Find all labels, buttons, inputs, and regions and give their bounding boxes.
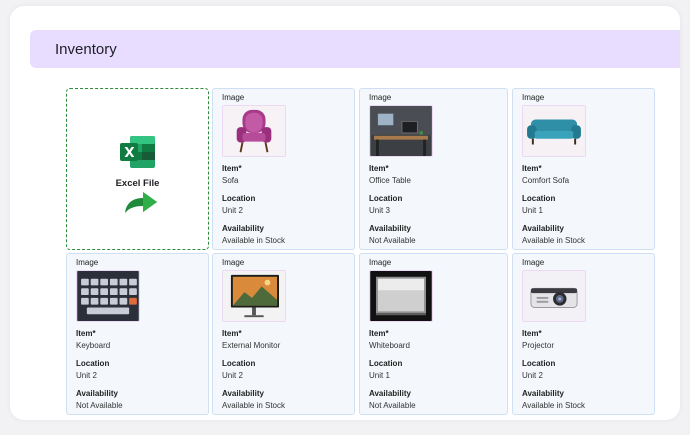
- image-label: Image: [222, 93, 245, 102]
- item-location: Unit 2: [522, 371, 543, 380]
- item-label: Item*: [76, 329, 96, 338]
- inventory-item-card[interactable]: Image Item* External Monitor Location Un…: [212, 253, 355, 415]
- item-availability: Available in Stock: [222, 236, 285, 245]
- item-availability: Not Available: [369, 236, 416, 245]
- excel-upload-dropzone[interactable]: Excel File: [66, 88, 209, 250]
- item-name: Office Table: [369, 176, 411, 185]
- item-location: Unit 2: [76, 371, 97, 380]
- item-availability: Not Available: [76, 401, 123, 410]
- item-availability: Not Available: [369, 401, 416, 410]
- availability-label: Availability: [522, 224, 564, 233]
- image-label: Image: [522, 258, 545, 267]
- item-label: Item*: [369, 329, 389, 338]
- item-availability: Available in Stock: [522, 401, 585, 410]
- item-name: Sofa: [222, 176, 239, 185]
- inventory-item-card[interactable]: Image Item* Comfort Sofa Location Unit 1…: [512, 88, 655, 250]
- availability-label: Availability: [522, 389, 564, 398]
- item-location: Unit 3: [369, 206, 390, 215]
- item-name: Projector: [522, 341, 555, 350]
- location-label: Location: [369, 359, 403, 368]
- image-label: Image: [522, 93, 545, 102]
- image-label: Image: [76, 258, 99, 267]
- location-label: Location: [222, 359, 256, 368]
- item-availability: Available in Stock: [222, 401, 285, 410]
- item-name: Comfort Sofa: [522, 176, 570, 185]
- item-name: Keyboard: [76, 341, 111, 350]
- item-image-projector: [522, 270, 586, 322]
- item-image-desk: [369, 105, 433, 157]
- page-title: Inventory: [55, 41, 117, 58]
- availability-label: Availability: [222, 389, 264, 398]
- image-label: Image: [369, 258, 392, 267]
- item-image-monitor: [222, 270, 286, 322]
- item-image-sofa: [522, 105, 586, 157]
- item-label: Item*: [222, 329, 242, 338]
- location-label: Location: [369, 194, 403, 203]
- item-label: Item*: [369, 164, 389, 173]
- share-arrow-icon: [125, 192, 157, 213]
- item-location: Unit 2: [222, 371, 243, 380]
- availability-label: Availability: [369, 224, 411, 233]
- location-label: Location: [522, 359, 556, 368]
- inventory-item-card[interactable]: Image Item* Office Table Location Unit 3…: [359, 88, 508, 250]
- image-label: Image: [369, 93, 392, 102]
- availability-label: Availability: [222, 224, 264, 233]
- item-name: External Monitor: [222, 341, 281, 350]
- item-label: Item*: [522, 329, 542, 338]
- inventory-item-card[interactable]: Image Item* Projector Location Unit 2 Av…: [512, 253, 655, 415]
- inventory-item-card[interactable]: Image Item* Keyboard Location Unit 2 Ava…: [66, 253, 209, 415]
- availability-label: Availability: [369, 389, 411, 398]
- item-location: Unit 1: [522, 206, 543, 215]
- availability-label: Availability: [76, 389, 118, 398]
- location-label: Location: [222, 194, 256, 203]
- inventory-header: Inventory: [30, 30, 680, 68]
- inventory-item-card[interactable]: Image Item* Whiteboard Location Unit 1 A…: [359, 253, 508, 415]
- item-availability: Available in Stock: [522, 236, 585, 245]
- item-image-armchair: [222, 105, 286, 157]
- item-image-keyboard: [76, 270, 140, 322]
- excel-file-label: Excel File: [115, 178, 160, 189]
- item-name: Whiteboard: [369, 341, 410, 350]
- item-label: Item*: [222, 164, 242, 173]
- location-label: Location: [522, 194, 556, 203]
- location-label: Location: [76, 359, 110, 368]
- item-location: Unit 2: [222, 206, 243, 215]
- image-label: Image: [222, 258, 245, 267]
- item-label: Item*: [522, 164, 542, 173]
- item-location: Unit 1: [369, 371, 390, 380]
- item-image-whiteboard: [369, 270, 433, 322]
- excel-icon: [120, 136, 155, 168]
- inventory-item-card[interactable]: Image Item* Sofa Location Unit 2 Availab…: [212, 88, 355, 250]
